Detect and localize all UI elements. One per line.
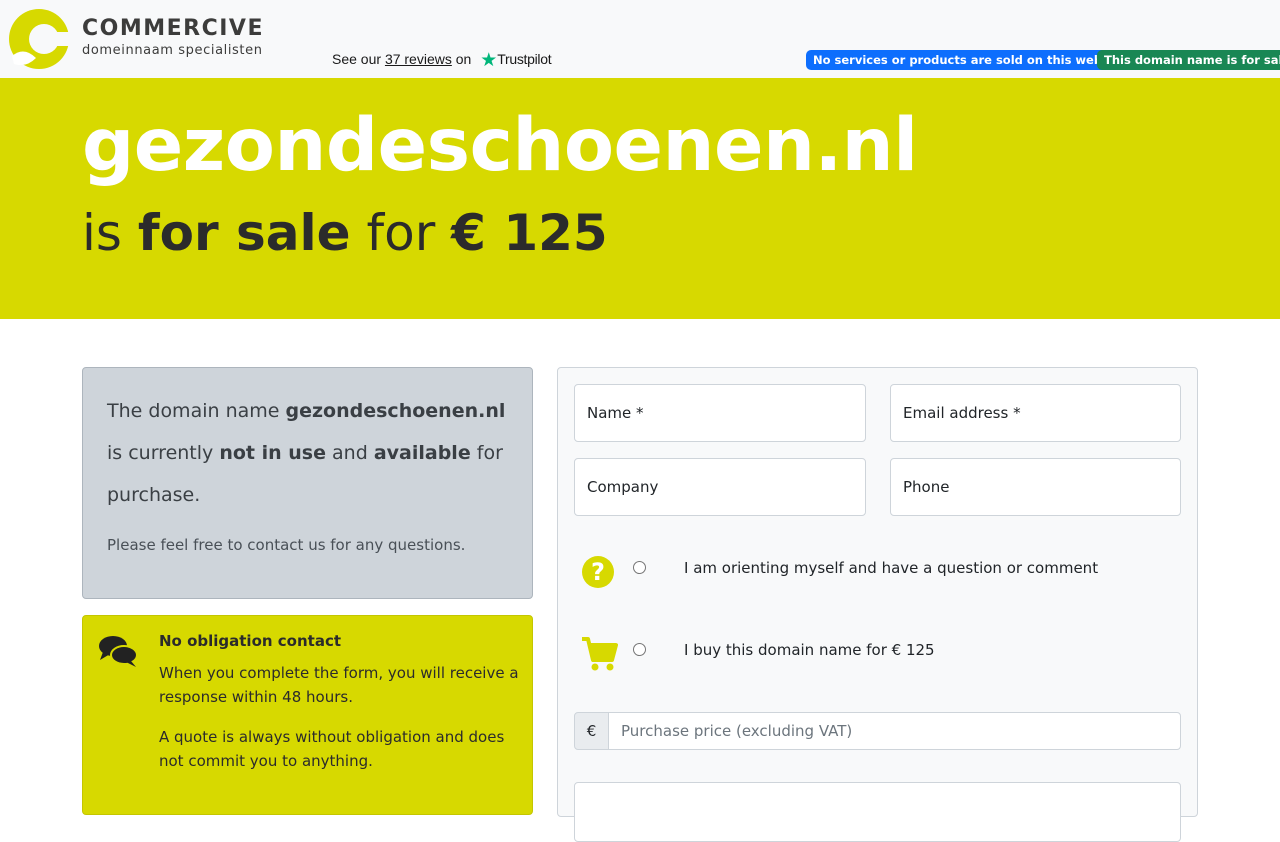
info-text-2: is currently bbox=[107, 442, 214, 464]
sale-line: is for sale for € 125 bbox=[82, 198, 608, 268]
commercive-logo-icon[interactable] bbox=[6, 6, 72, 72]
domain-title: gezondeschoenen.nl bbox=[82, 103, 918, 188]
hero-banner: gezondeschoenen.nl is for sale for € 125 bbox=[0, 78, 1280, 319]
message-field[interactable] bbox=[574, 782, 1181, 842]
sale-for-sale: for sale bbox=[137, 204, 351, 262]
chat-bubbles-icon bbox=[99, 636, 138, 667]
info-domain: gezondeschoenen.nl bbox=[285, 400, 506, 422]
brand-tagline: domeinnaam specialisten bbox=[82, 43, 263, 58]
for-sale-badge: This domain name is for sale bbox=[1097, 50, 1280, 70]
contact-quote-text: A quote is always without obligation and… bbox=[159, 728, 505, 770]
contact-response-text: When you complete the form, you will rec… bbox=[159, 664, 519, 706]
contact-form: Name * Email address * Company Phone ? I… bbox=[557, 367, 1198, 842]
top-bar: COMMERCIVE domeinnaam specialisten See o… bbox=[0, 0, 1280, 78]
no-obligation-card: No obligation contact When you complete … bbox=[82, 615, 533, 815]
contact-title: No obligation contact bbox=[159, 632, 342, 650]
trustpilot-widget[interactable]: See our 37 reviews on ★Trustpilot bbox=[332, 49, 552, 72]
name-field[interactable]: Name * bbox=[574, 384, 866, 442]
info-and: and bbox=[332, 442, 368, 464]
shopping-cart-icon bbox=[582, 637, 618, 671]
info-not-in-use: not in use bbox=[219, 442, 326, 464]
purchase-price-input[interactable]: Purchase price (excluding VAT) bbox=[608, 712, 1181, 750]
sale-for: for bbox=[366, 204, 436, 262]
currency-addon: € bbox=[574, 712, 609, 750]
question-option-label[interactable]: I am orienting myself and have a questio… bbox=[684, 559, 1098, 577]
question-icon: ? bbox=[582, 556, 614, 588]
trustpilot-star-icon: ★ bbox=[480, 50, 498, 71]
email-field[interactable]: Email address * bbox=[890, 384, 1181, 442]
trustpilot-reviews-link[interactable]: 37 reviews bbox=[385, 51, 452, 67]
buy-option-label[interactable]: I buy this domain name for € 125 bbox=[684, 641, 935, 659]
trustpilot-on: on bbox=[455, 51, 472, 67]
company-field[interactable]: Company bbox=[574, 458, 866, 516]
info-contact-note: Please feel free to contact us for any q… bbox=[107, 536, 466, 554]
domain-info-lead: The domain name gezondeschoenen.nl is cu… bbox=[107, 390, 507, 516]
buy-radio[interactable] bbox=[633, 643, 646, 656]
sale-price: € 125 bbox=[451, 204, 608, 262]
trustpilot-name: Trustpilot bbox=[497, 51, 552, 67]
question-radio[interactable] bbox=[633, 561, 646, 574]
info-text-1: The domain name bbox=[107, 400, 280, 422]
sale-is: is bbox=[82, 204, 122, 262]
no-services-badge: No services or products are sold on this… bbox=[806, 50, 1138, 70]
brand-name[interactable]: COMMERCIVE bbox=[82, 16, 264, 41]
domain-info-card: The domain name gezondeschoenen.nl is cu… bbox=[82, 367, 533, 599]
trustpilot-prefix: See our bbox=[332, 51, 382, 67]
info-available: available bbox=[373, 442, 471, 464]
phone-field[interactable]: Phone bbox=[890, 458, 1181, 516]
